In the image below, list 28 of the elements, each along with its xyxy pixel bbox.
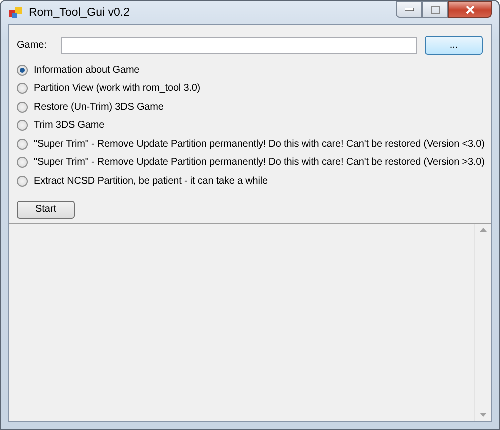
radio-button[interactable] (17, 157, 28, 168)
option-label[interactable]: Restore (Un-Trim) 3DS Game (34, 102, 164, 113)
maximize-button[interactable] (422, 1, 448, 18)
minimize-button[interactable] (396, 1, 422, 18)
option-label[interactable]: Trim 3DS Game (34, 120, 105, 132)
option-label[interactable]: Partition View (work with rom_tool 3.0) (34, 83, 201, 94)
app-icon (9, 6, 23, 20)
start-button[interactable]: Start (17, 200, 75, 218)
scroll-up-icon[interactable] (480, 228, 486, 232)
option-label[interactable]: "Super Trim" - Remove Update Partition permanently! Do this with care! Can't be restored (Version <3.0) (34, 138, 485, 150)
close-icon (466, 6, 474, 14)
option-label[interactable]: Extract NCSD Partition, be patient - it can take a while (34, 176, 268, 187)
option-label[interactable]: "Super Trim" - Remove Update Partition permanently! Do this with care! Can't be restored (Version >3.0) (34, 157, 485, 168)
browse-button[interactable]: ... (425, 36, 483, 55)
window-title: Rom_Tool_Gui v0.2 (29, 6, 131, 18)
maximize-icon (430, 6, 440, 14)
radio-button[interactable] (17, 138, 28, 150)
radio-button[interactable] (17, 120, 28, 132)
radio-button[interactable] (17, 64, 28, 76)
radio-button[interactable] (17, 102, 28, 113)
game-field[interactable] (61, 37, 417, 54)
game-label: Game: (17, 40, 48, 51)
radio-button[interactable] (17, 83, 28, 94)
minimize-icon (404, 8, 414, 12)
scroll-down-icon[interactable] (480, 413, 486, 417)
close-button[interactable] (448, 1, 492, 18)
radio-button[interactable] (17, 176, 28, 187)
option-label[interactable]: Information about Game (34, 64, 140, 76)
